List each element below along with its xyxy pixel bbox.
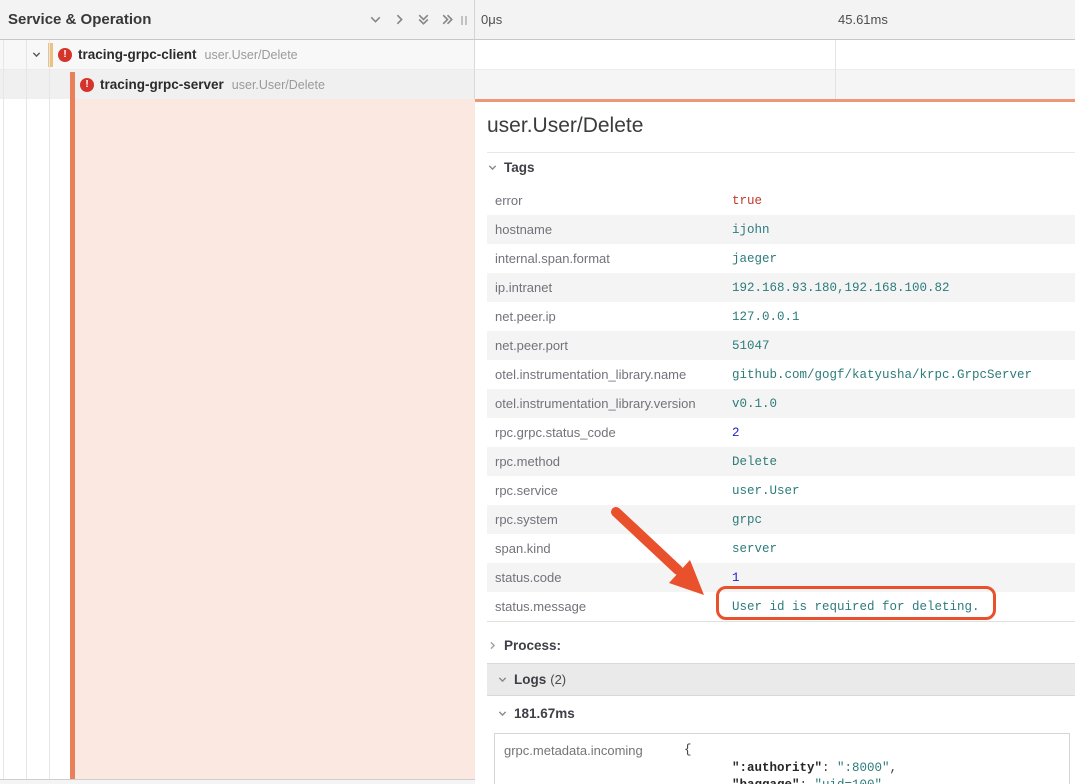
error-icon: ! xyxy=(80,78,94,92)
double-chevron-down-icon[interactable] xyxy=(416,12,431,27)
tag-value: server xyxy=(732,542,777,556)
process-section-header[interactable]: Process: xyxy=(487,638,561,653)
chevron-down-icon xyxy=(487,162,498,173)
tag-key: internal.span.format xyxy=(495,251,732,266)
timeline-gridline xyxy=(835,40,836,99)
chevron-down-icon[interactable] xyxy=(31,49,42,60)
double-chevron-right-icon[interactable] xyxy=(440,12,455,27)
span-detail-title: user.User/Delete xyxy=(487,114,643,138)
span-operation-name: user.User/Delete xyxy=(205,48,298,62)
span-row-server-timeline[interactable] xyxy=(474,70,1075,99)
log-entry-header[interactable]: 181.67ms xyxy=(497,706,575,721)
tag-value: user.User xyxy=(732,484,800,498)
tag-key: otel.instrumentation_library.name xyxy=(495,367,732,382)
json-line: ":authority": ":8000", xyxy=(684,760,897,778)
json-line: "baggage": "uid=100" xyxy=(684,777,897,784)
span-row-client-timeline[interactable] xyxy=(474,40,1075,70)
chevron-down-icon[interactable] xyxy=(368,12,383,27)
tag-row-rpc.method: rpc.methodDelete xyxy=(487,447,1075,476)
title-divider xyxy=(487,152,1075,153)
tag-row-rpc.system: rpc.systemgrpc xyxy=(487,505,1075,534)
tag-value: ijohn xyxy=(732,223,770,237)
detail-row-bottom-border xyxy=(0,779,475,784)
log-field-key: grpc.metadata.incoming xyxy=(504,742,684,784)
tag-row-internal.span.format: internal.span.formatjaeger xyxy=(487,244,1075,273)
tag-row-otel.instrumentation_library.name: otel.instrumentation_library.namegithub.… xyxy=(487,360,1075,389)
log-fields-box: grpc.metadata.incoming { ":authority": "… xyxy=(494,733,1070,784)
tag-value: 2 xyxy=(732,426,740,440)
timeline-tick-end: 45.61ms xyxy=(838,12,888,27)
span-service-name: tracing-grpc-server xyxy=(100,77,224,92)
logs-section-label: Logs xyxy=(514,672,546,687)
tag-row-error: errortrue xyxy=(487,186,1075,215)
tag-row-otel.instrumentation_library.version: otel.instrumentation_library.versionv0.1… xyxy=(487,389,1075,418)
tag-value: 127.0.0.1 xyxy=(732,310,800,324)
span-operation-name: user.User/Delete xyxy=(232,78,325,92)
log-field-value: { ":authority": ":8000","baggage": "uid=… xyxy=(684,742,897,784)
tag-key: span.kind xyxy=(495,541,732,556)
tag-value: true xyxy=(732,194,762,208)
service-operation-title: Service & Operation xyxy=(8,11,151,28)
tag-key: rpc.service xyxy=(495,483,732,498)
chevron-down-icon xyxy=(497,708,508,719)
tag-value: github.com/gogf/katyusha/krpc.GrpcServer xyxy=(732,368,1032,382)
tag-value: v0.1.0 xyxy=(732,397,777,411)
logs-count: (2) xyxy=(550,672,566,687)
tag-key: net.peer.port xyxy=(495,338,732,353)
indent-guide xyxy=(26,40,27,779)
tag-key: net.peer.ip xyxy=(495,309,732,324)
tag-value: 51047 xyxy=(732,339,770,353)
json-lines: ":authority": ":8000","baggage": "uid=10… xyxy=(684,760,897,784)
tag-row-net.peer.ip: net.peer.ip127.0.0.1 xyxy=(487,302,1075,331)
tag-key: ip.intranet xyxy=(495,280,732,295)
tag-row-span.kind: span.kindserver xyxy=(487,534,1075,563)
tag-value: 1 xyxy=(732,571,740,585)
process-section-label: Process: xyxy=(504,638,561,653)
tag-value: jaeger xyxy=(732,252,777,266)
tag-row-status.message: status.messageUser id is required for de… xyxy=(487,592,1075,621)
tag-row-net.peer.port: net.peer.port51047 xyxy=(487,331,1075,360)
tree-toolbar xyxy=(368,0,455,39)
log-entry-timestamp: 181.67ms xyxy=(514,706,575,721)
tag-value: 192.168.93.180,192.168.100.82 xyxy=(732,281,950,295)
tag-value: grpc xyxy=(732,513,762,527)
tag-key: otel.instrumentation_library.version xyxy=(495,396,732,411)
detail-row-tint xyxy=(75,99,475,779)
column-resizer-grip[interactable] xyxy=(461,16,467,25)
service-operation-header: Service & Operation xyxy=(0,0,474,40)
timeline-tick-start: 0μs xyxy=(481,12,502,27)
jaeger-trace-timeline-view: Service & Operation 0μs 45.61ms ! tracin… xyxy=(0,0,1075,784)
tag-key: rpc.grpc.status_code xyxy=(495,425,732,440)
span-row-server[interactable]: ! tracing-grpc-server user.User/Delete xyxy=(0,70,554,99)
tag-key: error xyxy=(495,193,732,208)
tag-value: User id is required for deleting. xyxy=(732,600,980,614)
tag-key: rpc.method xyxy=(495,454,732,469)
tags-section-label: Tags xyxy=(504,160,535,175)
tag-row-status.code: status.code1 xyxy=(487,563,1075,592)
indent-guide xyxy=(49,40,50,779)
chevron-right-icon xyxy=(487,640,498,651)
timeline-header: 0μs 45.61ms xyxy=(474,0,1075,40)
chevron-down-icon xyxy=(497,674,508,685)
tag-row-rpc.grpc.status_code: rpc.grpc.status_code2 xyxy=(487,418,1075,447)
json-open-brace: { xyxy=(684,742,897,760)
tags-section-header[interactable]: Tags xyxy=(487,160,535,175)
chevron-right-icon[interactable] xyxy=(392,12,407,27)
tag-value: Delete xyxy=(732,455,777,469)
logs-section-header[interactable]: Logs (2) xyxy=(487,663,1075,696)
tag-key: status.code xyxy=(495,570,732,585)
tag-key: hostname xyxy=(495,222,732,237)
span-detail-card: user.User/Delete Tags errortruehostnamei… xyxy=(475,99,1075,784)
tags-table: errortruehostnameijohninternal.span.form… xyxy=(487,186,1075,622)
tag-row-rpc.service: rpc.serviceuser.User xyxy=(487,476,1075,505)
tag-key: status.message xyxy=(495,599,732,614)
tag-key: rpc.system xyxy=(495,512,732,527)
tag-row-ip.intranet: ip.intranet192.168.93.180,192.168.100.82 xyxy=(487,273,1075,302)
indent-guide xyxy=(3,40,4,779)
span-row-client[interactable]: ! tracing-grpc-client user.User/Delete xyxy=(0,40,474,70)
tag-row-hostname: hostnameijohn xyxy=(487,215,1075,244)
error-icon: ! xyxy=(58,48,72,62)
span-service-name: tracing-grpc-client xyxy=(78,47,197,62)
